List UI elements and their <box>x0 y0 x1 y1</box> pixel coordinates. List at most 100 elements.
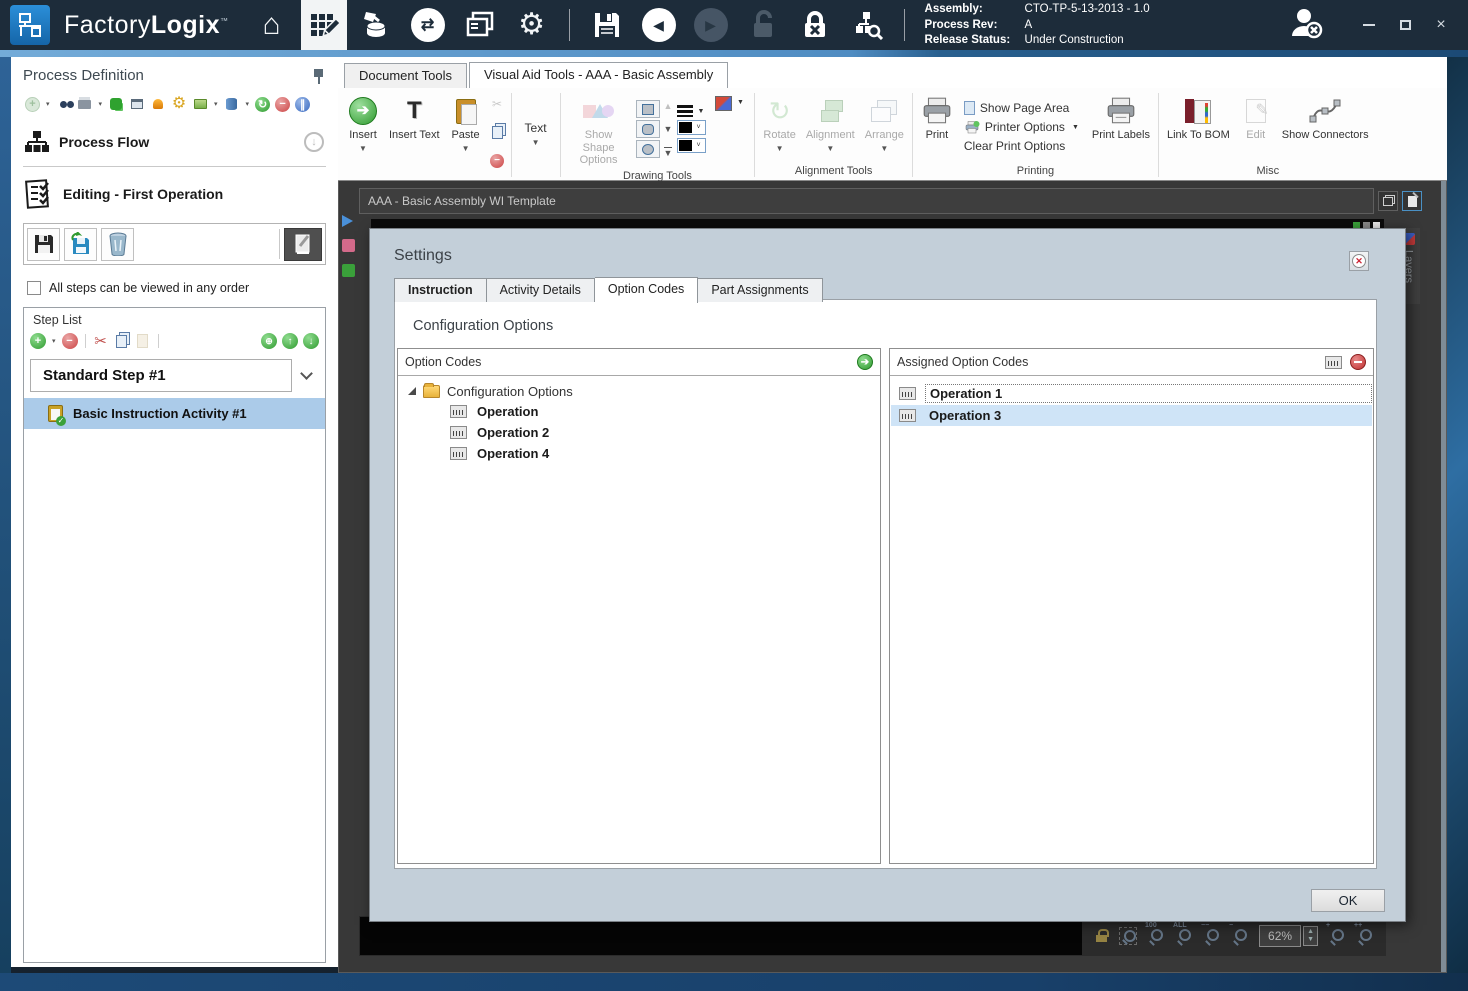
collapse-circle-icon[interactable]: ↓ <box>304 132 324 152</box>
bell-icon[interactable] <box>150 96 166 112</box>
move-down-icon[interactable]: ↓ <box>303 333 319 349</box>
remove-option-code-button[interactable] <box>1350 354 1366 370</box>
copy-icon[interactable] <box>114 333 130 349</box>
selected-step[interactable]: Standard Step #1 <box>30 359 292 392</box>
minimize-button[interactable] <box>1362 18 1376 32</box>
line-weight-button[interactable]: ▼ <box>677 105 706 118</box>
zoom-level-value[interactable]: 62% <box>1259 925 1302 947</box>
add-step-icon[interactable]: + <box>30 333 46 349</box>
rectangle-shape-button[interactable] <box>635 100 660 119</box>
effects-button[interactable]: ▼ <box>709 90 751 169</box>
show-shape-options-button[interactable]: Show Shape Options <box>564 90 634 169</box>
arrange-button[interactable]: Arrange ▼ <box>860 90 909 164</box>
zoom-100-button[interactable]: 100 <box>1145 922 1165 945</box>
brush-tool-icon[interactable] <box>342 239 355 252</box>
alignment-button[interactable]: Alignment ▼ <box>801 90 860 164</box>
assigned-list-item-selected[interactable]: Operation 3 <box>891 405 1372 426</box>
zoom-add-icon[interactable]: ⊕ <box>261 333 277 349</box>
undo-button[interactable]: ◀ <box>636 0 682 50</box>
refresh-icon[interactable]: ↻ <box>255 96 271 112</box>
paste-disabled-icon[interactable] <box>135 333 151 349</box>
scroll-down-icon[interactable]: ▼ <box>664 124 673 134</box>
cut-icon[interactable]: ✂ <box>93 333 109 349</box>
move-up-icon[interactable]: ↑ <box>282 333 298 349</box>
import-step-button[interactable] <box>64 227 97 261</box>
document-title-bar[interactable]: AAA - Basic Assembly WI Template <box>359 188 1374 214</box>
text-button[interactable]: Text ▼ <box>515 90 557 176</box>
tab-activity-details[interactable]: Activity Details <box>486 278 595 302</box>
tab-instruction[interactable]: Instruction <box>394 278 487 302</box>
edit-template-button[interactable] <box>1402 191 1422 211</box>
scroll-up-icon[interactable]: ▲ <box>664 101 673 111</box>
rounded-rectangle-shape-button[interactable] <box>635 120 660 139</box>
tree-root-row[interactable]: Configuration Options <box>398 382 880 401</box>
add-step-dropdown-icon[interactable]: ▾ <box>52 337 56 345</box>
scroll-more-icon[interactable]: ▼ <box>663 147 673 158</box>
stop-icon[interactable]: − <box>275 96 291 112</box>
add-dropdown-icon[interactable]: ▾ <box>46 100 50 108</box>
ok-button[interactable]: OK <box>1311 889 1385 912</box>
close-button[interactable]: × <box>1434 16 1448 33</box>
cut-disabled-icon[interactable]: ✂ <box>490 96 505 111</box>
show-page-area-button[interactable]: Show Page Area <box>963 101 1081 115</box>
export-dropdown-icon[interactable]: ▾ <box>214 100 218 108</box>
zoom-in-button[interactable]: + <box>1326 922 1346 945</box>
printer-options-button[interactable]: Printer Options ▼ <box>964 120 1081 134</box>
rotate-button[interactable]: ↻ Rotate ▼ <box>758 90 800 164</box>
maximize-button[interactable] <box>1398 18 1412 32</box>
tree-item[interactable]: Operation <box>398 401 880 422</box>
sync-button[interactable]: ⇄ <box>405 0 451 50</box>
remove-step-icon[interactable]: − <box>61 333 78 349</box>
print-dropdown-icon[interactable]: ▾ <box>99 100 103 108</box>
zoom-out-fast-button[interactable]: −− <box>1201 922 1221 945</box>
stroke-color-picker[interactable]: ˅ <box>677 120 707 136</box>
barcode-button-icon[interactable] <box>1325 355 1342 369</box>
add-icon[interactable]: + <box>25 96 40 112</box>
order-checkbox[interactable] <box>27 281 41 295</box>
edit-mode-button[interactable] <box>284 227 322 261</box>
print-button[interactable]: Print <box>916 90 958 164</box>
pointer-tool-icon[interactable] <box>342 215 353 227</box>
zoom-spinner[interactable]: ▲ ▼ <box>1303 926 1318 946</box>
remove-icon[interactable]: − <box>490 153 505 168</box>
lock-button[interactable] <box>792 0 838 50</box>
fill-color-picker[interactable]: ˅ <box>677 138 707 154</box>
copy-icon[interactable] <box>490 125 505 140</box>
insert-button[interactable]: ➔ Insert ▼ <box>342 90 384 176</box>
save-button[interactable] <box>584 0 630 50</box>
zoom-in-fast-button[interactable]: ++ <box>1354 922 1374 945</box>
tab-option-codes[interactable]: Option Codes <box>594 277 699 303</box>
database-dropdown-icon[interactable]: ▾ <box>246 100 250 108</box>
paste-button[interactable]: Paste ▼ <box>445 90 487 176</box>
ellipse-shape-button[interactable] <box>635 140 660 159</box>
tab-part-assignments[interactable]: Part Assignments <box>698 278 823 302</box>
edit-button[interactable]: Edit <box>1235 90 1277 164</box>
home-button[interactable]: ⌂ <box>249 0 295 50</box>
unlock-button[interactable] <box>740 0 786 50</box>
pause-icon[interactable]: ∥ <box>295 96 311 112</box>
print-icon[interactable] <box>77 96 93 112</box>
dialog-close-button[interactable]: ✕ <box>1349 251 1369 271</box>
validate-icon[interactable] <box>108 96 124 112</box>
chevron-down-icon[interactable] <box>300 367 313 380</box>
tree-expander-icon[interactable] <box>408 386 416 395</box>
save-step-button[interactable] <box>27 227 60 261</box>
materials-button[interactable] <box>353 0 399 50</box>
assigned-list-item[interactable]: Operation 1 <box>891 382 1372 405</box>
process-definition-button[interactable] <box>300 0 347 50</box>
link-to-bom-button[interactable]: Link To BOM <box>1162 90 1235 164</box>
zoom-all-button[interactable]: ALL <box>1173 922 1193 945</box>
tab-visual-aid-tools[interactable]: Visual Aid Tools - AAA - Basic Assembly <box>468 62 729 88</box>
bold-tool-icon[interactable] <box>342 264 355 277</box>
database-delete-icon[interactable] <box>224 96 240 112</box>
pin-icon[interactable] <box>312 68 326 84</box>
presentation-icon[interactable] <box>129 96 145 112</box>
zoom-lock-icon[interactable] <box>1095 929 1110 943</box>
print-labels-button[interactable]: Print Labels <box>1087 90 1155 164</box>
redo-button[interactable]: ▶ <box>688 0 734 50</box>
find-icon[interactable] <box>56 96 72 112</box>
assign-option-code-button[interactable]: ➔ <box>857 354 873 370</box>
show-connectors-button[interactable]: Show Connectors <box>1277 90 1374 164</box>
process-flow-row[interactable]: Process Flow ↓ <box>23 122 326 162</box>
tree-item[interactable]: Operation 4 <box>398 443 880 464</box>
